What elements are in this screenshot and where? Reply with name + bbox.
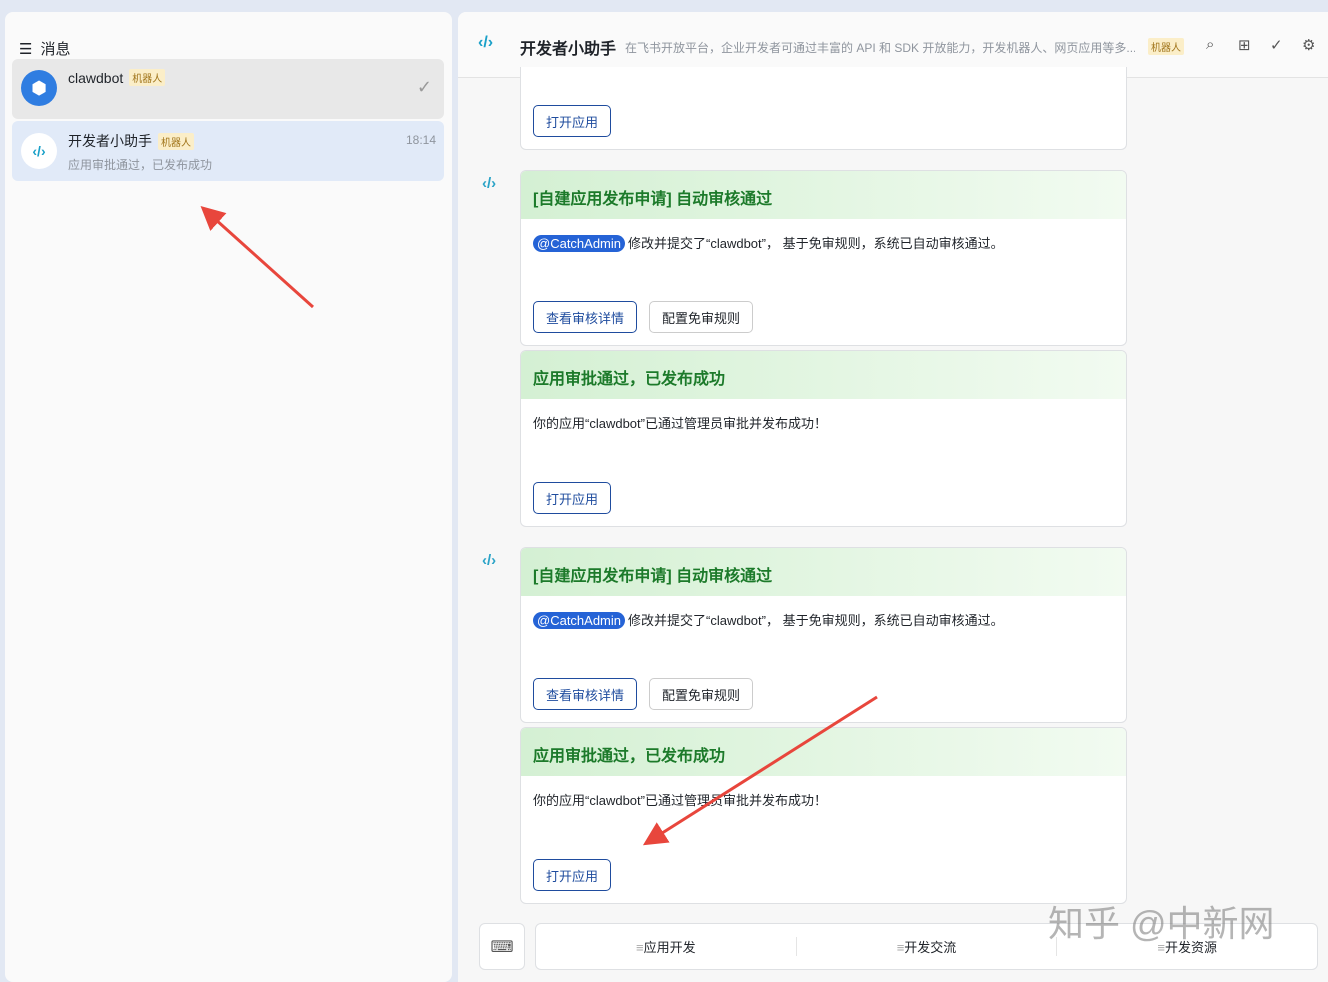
watermark: 知乎 @中新网 (1048, 903, 1275, 944)
red-arrow (200, 205, 315, 309)
annotation-arrows (200, 205, 878, 846)
red-arrow (642, 695, 878, 846)
